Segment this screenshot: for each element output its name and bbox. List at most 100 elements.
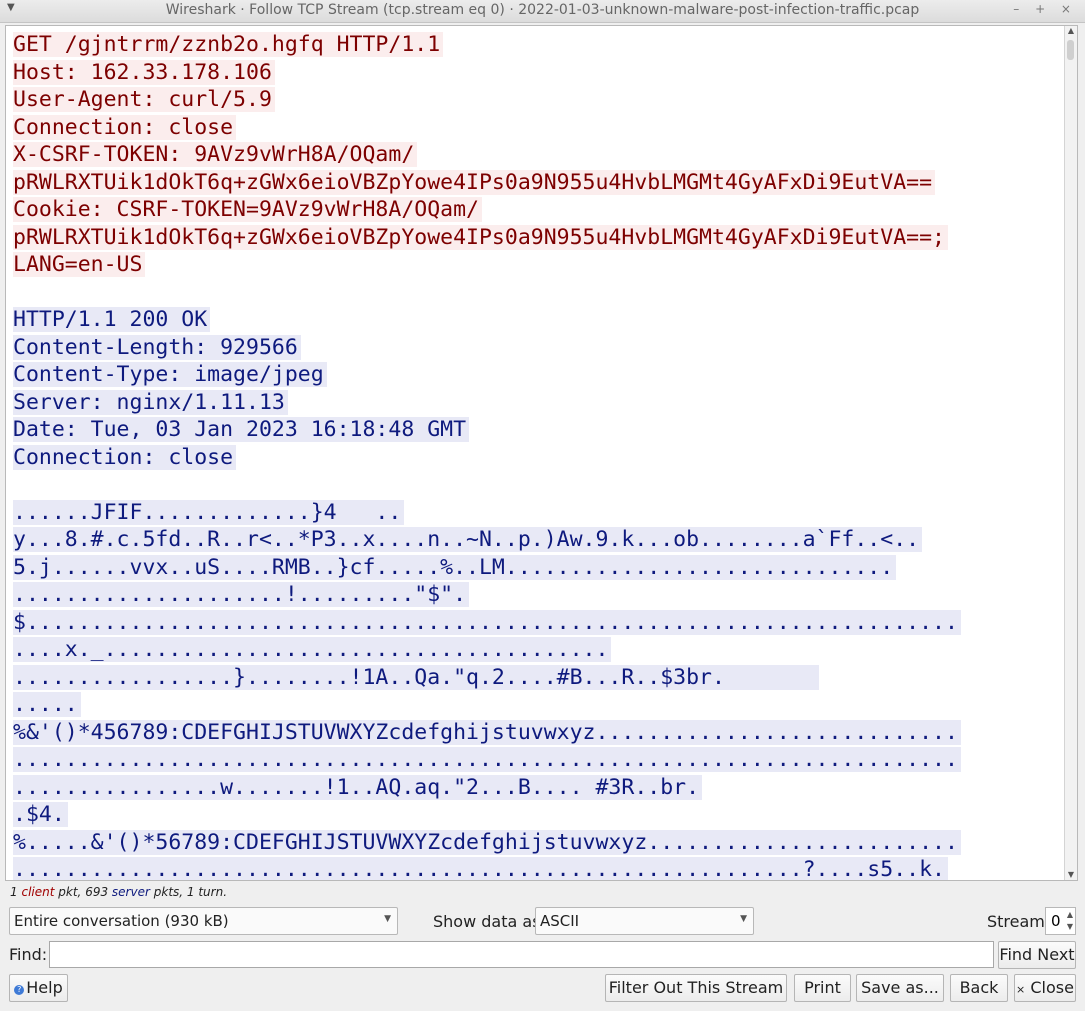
client-line: GET /gjntrrm/zznb2o.hgfq HTTP/1.1 [13,31,1059,59]
stream-content: GET /gjntrrm/zznb2o.hgfq HTTP/1.1 Host: 1… [13,31,1059,880]
client-label: client [21,885,55,899]
server-line: .................}........!1A..Qa."q.2..… [13,664,1059,692]
server-text: .$4. [13,802,68,827]
client-text: pRWLRXTUik1dOkT6q+zGWx6eioVBZpYowe4IPs0a… [13,224,948,250]
server-text: Content-Length: 929566 [13,334,301,360]
server-text: ................w.......!1..AQ.aq."2...B… [13,774,703,800]
server-line: .....................!........."$". [13,581,1059,609]
help-icon: ? [14,985,25,995]
client-text: Cookie: CSRF-TOKEN=9AVz9vWrH8A/OQam/ [13,197,482,222]
server-line: Connection: close [13,444,1059,472]
help-label: Help [26,978,63,997]
client-text: GET /gjntrrm/zznb2o.hgfq HTTP/1.1 [13,32,444,57]
server-line: ..... [13,691,1059,719]
find-label: Find: [9,945,48,964]
conversation-select-value: Entire conversation (930 kB) [14,912,229,930]
client-text: User-Agent: curl/5.9 [13,87,275,112]
server-text: Content-Type: image/jpeg [13,362,327,387]
server-line: $.......................................… [13,609,1059,637]
scroll-up-icon[interactable]: ▲ [1066,26,1076,36]
client-line: Connection: close [13,114,1059,142]
conversation-select[interactable]: Entire conversation (930 kB) ▼ [9,907,398,935]
window-controls[interactable]: – + × [1013,2,1077,16]
client-line: LANG=en-US [13,251,1059,279]
server-line: .$4. [13,801,1059,829]
chevron-down-icon: ▼ [740,914,747,924]
server-count: 693 [85,885,109,899]
client-text: Connection: close [13,114,237,140]
server-text: ....x._.................................… [13,637,612,662]
server-line: Date: Tue, 03 Jan 2023 16:18:48 GMT [13,416,1059,444]
client-text: X-CSRF-TOKEN: 9AVz9vWrH8A/OQam/ [13,142,418,167]
close-button[interactable]: × Close [1014,974,1076,1002]
stream-text-view[interactable]: GET /gjntrrm/zznb2o.hgfq HTTP/1.1 Host: 1… [5,25,1078,881]
server-line: ....x._.................................… [13,636,1059,664]
server-text: ..... [13,692,81,717]
stream-value: 0 [1051,912,1061,930]
server-text: Date: Tue, 03 Jan 2023 16:18:48 GMT [13,417,470,442]
server-text: HTTP/1.1 200 OK [13,307,211,332]
server-line: ......JFIF.............}4 .. [13,499,1059,527]
client-line: pRWLRXTUik1dOkT6q+zGWx6eioVBZpYowe4IPs0a… [13,224,1059,252]
window-title: Wireshark · Follow TCP Stream (tcp.strea… [165,2,920,18]
server-text: 5.j......vvx..uS....RMB..}cf.....%..LM..… [13,554,897,580]
stats-tail: pkts, 1 turn. [153,885,228,899]
client-line: X-CSRF-TOKEN: 9AVz9vWrH8A/OQam/ [13,141,1059,169]
client-line: Host: 162.33.178.106 [13,59,1059,87]
server-text: .....................!........."$". [13,582,470,607]
chevron-down-icon: ▼ [384,914,391,924]
client-line: User-Agent: curl/5.9 [13,86,1059,114]
stream-label: Stream [987,912,1045,931]
server-line: ........................................… [13,746,1059,774]
client-text: Host: 162.33.178.106 [13,59,275,85]
help-button[interactable]: ? Help [9,974,68,1002]
server-line: y...8.#.c.5fd..R..r<..*P3..x....n..~N..p… [13,526,1059,554]
server-text: Server: nginx/1.11.13 [13,389,288,415]
close-label: Close [1030,978,1074,997]
server-line: %&'()*456789:CDEFGHIJSTUVWXYZcdefghijstu… [13,719,1059,747]
server-line: Content-Type: image/jpeg [13,361,1059,389]
client-count: 1 [10,885,18,899]
server-text: y...8.#.c.5fd..R..r<..*P3..x....n..~N..p… [13,527,923,552]
title-bar: ▼ Wireshark · Follow TCP Stream (tcp.str… [0,0,1085,23]
server-text: .................}........!1A..Qa."q.2..… [13,664,819,690]
server-text: ........................................… [13,857,948,880]
scroll-thumb[interactable] [1067,40,1074,60]
show-data-value: ASCII [540,912,580,930]
back-button[interactable]: Back [950,974,1008,1002]
show-data-select[interactable]: ASCII ▼ [535,907,754,935]
server-line: Content-Length: 929566 [13,334,1059,362]
save-as-button[interactable]: Save as... [856,974,944,1002]
server-text: Connection: close [13,444,237,470]
server-line: ................w.......!1..AQ.aq."2...B… [13,774,1059,802]
server-text: ......JFIF.............}4 .. [13,499,405,525]
spin-arrows-icon[interactable]: ▲ ▼ [1067,909,1073,933]
find-input[interactable] [49,941,994,968]
server-line: 5.j......vvx..uS....RMB..}cf.....%..LM..… [13,554,1059,582]
stream-spinbox[interactable]: 0 ▲ ▼ [1045,907,1076,935]
client-line: Cookie: CSRF-TOKEN=9AVz9vWrH8A/OQam/ [13,196,1059,224]
stats-text: pkt, [58,885,82,899]
server-text: ........................................… [13,747,961,772]
server-text: %.....&'()*56789:CDEFGHIJSTUVWXYZcdefghi… [13,829,961,855]
filter-out-stream-button[interactable]: Filter Out This Stream [605,974,787,1002]
server-line: HTTP/1.1 200 OK [13,306,1059,334]
client-text: LANG=en-US [13,252,146,277]
server-text: $.......................................… [13,609,961,635]
server-line: %.....&'()*56789:CDEFGHIJSTUVWXYZcdefghi… [13,829,1059,857]
show-data-label: Show data as [433,912,541,931]
scroll-down-icon[interactable]: ▼ [1066,870,1076,880]
server-line: Server: nginx/1.11.13 [13,389,1059,417]
server-line: ........................................… [13,856,1059,880]
client-text: pRWLRXTUik1dOkT6q+zGWx6eioVBZpYowe4IPs0a… [13,169,936,195]
server-text: %&'()*456789:CDEFGHIJSTUVWXYZcdefghijstu… [13,719,961,745]
client-line: pRWLRXTUik1dOkT6q+zGWx6eioVBZpYowe4IPs0a… [13,169,1059,197]
packet-stats: 1 client pkt, 693 server pkts, 1 turn. [10,885,227,899]
vertical-scrollbar[interactable]: ▲ ▼ [1064,26,1077,880]
close-icon: × [1016,983,1026,996]
print-button[interactable]: Print [794,974,851,1002]
server-label: server [111,885,150,899]
find-next-button[interactable]: Find Next [998,941,1076,969]
